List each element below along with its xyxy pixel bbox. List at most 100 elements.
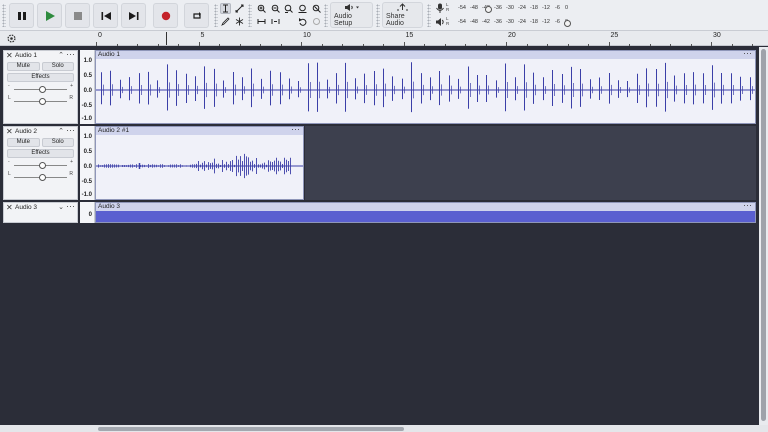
pan-slider-thumb[interactable] [39,98,46,105]
effects-button[interactable]: Effects [7,149,74,158]
track-control-panel[interactable]: ✕ Audio 3 ⌄ ··· [3,201,78,223]
multi-tool[interactable] [234,16,245,27]
amplitude-scale[interactable]: 1.0 0.5 0.0 -0.5 -1.0 [80,50,95,124]
waveform[interactable] [96,211,755,222]
audio-setup-button[interactable]: Audio Setup [330,2,373,28]
toolbar-grip[interactable] [248,4,252,27]
zoom-out-button[interactable] [270,3,281,14]
skip-to-start-icon [101,11,111,20]
amplitude-scale[interactable]: 1.0 0.5 0.0 -0.5 -1.0 [80,126,95,200]
close-icon[interactable]: ✕ [6,51,13,61]
track-name[interactable]: Audio 2 [15,128,37,135]
pan-slider[interactable]: LR [8,170,73,182]
empty-track-region[interactable] [305,126,756,200]
gain-slider[interactable]: - + [8,82,73,94]
effects-button[interactable]: Effects [7,73,74,82]
gain-slider-thumb[interactable] [39,86,46,93]
clip-menu-icon[interactable]: ··· [291,124,300,134]
i-beam-icon [223,4,228,13]
mute-button[interactable]: Mute [7,62,40,71]
play-button[interactable] [37,3,62,28]
vertical-scrollbar-thumb[interactable] [761,49,766,421]
loop-button[interactable] [184,3,209,28]
ruler-major-tick: 25 [608,31,618,46]
draw-tool[interactable] [220,16,231,27]
undo-button[interactable] [297,16,308,27]
solo-button[interactable]: Solo [41,62,74,71]
clip-header[interactable]: Audio 3 ··· [96,200,755,211]
zoom-toggle-button[interactable] [311,3,322,14]
toolbar-grip[interactable] [214,4,218,27]
fit-project-button[interactable] [297,3,308,14]
record-button[interactable] [153,3,178,28]
waveform[interactable] [96,59,755,123]
ruler-label: 15 [405,32,414,39]
asterisk-icon [235,17,244,26]
track-control-panel[interactable]: ✕ Audio 2 ⌃ ··· Mute Solo Effects - + LR [3,125,78,200]
clip-header[interactable]: Audio 1 ··· [96,48,755,59]
zoom-in-button[interactable] [256,3,267,14]
speaker-icon [436,18,444,26]
horizontal-scrollbar-thumb[interactable] [98,427,404,431]
mute-button[interactable]: Mute [7,138,40,147]
pan-slider[interactable]: LR [8,94,73,106]
waveform[interactable] [96,135,303,199]
recording-meter[interactable]: LR -54 -48 -42 -36 -30 -24 -18 -12 -6 0 [433,2,593,15]
vertical-scrollbar[interactable] [759,47,768,425]
more-options-icon[interactable]: ··· [66,49,75,59]
playhead[interactable] [166,32,167,45]
gear-icon[interactable] [6,33,17,44]
playback-meter[interactable]: LR -54 -48 -42 -36 -30 -24 -18 -12 -6 0 [433,16,593,29]
audio-clip[interactable]: Audio 3 ··· [95,200,756,223]
skip-to-end-button[interactable] [121,3,146,28]
pause-button[interactable] [9,3,34,28]
timeline-ruler[interactable]: 0 5 10 15 20 25 30 [0,31,768,46]
clip-header[interactable]: Audio 2 #1 ··· [96,124,303,135]
silence-audio-button[interactable] [270,16,281,27]
collapse-icon[interactable]: ⌃ [58,127,64,137]
amplitude-scale[interactable]: 0 [80,202,95,223]
track-name[interactable]: Audio 1 [15,52,37,59]
recording-level-knob[interactable] [485,6,492,13]
more-options-icon[interactable]: ··· [66,201,75,211]
gain-slider[interactable]: - + [8,158,73,170]
track-control-panel[interactable]: ✕ Audio 1 ⌃ ··· Mute Solo Effects - + LR [3,49,78,124]
ruler-major-tick: 5 [198,31,204,46]
toolbar-grip[interactable] [376,4,380,27]
trim-audio-button[interactable] [256,16,267,27]
toolbar-grip[interactable] [324,4,328,27]
redo-button[interactable] [311,16,322,27]
solo-button[interactable]: Solo [41,138,74,147]
envelope-tool[interactable] [234,3,245,14]
audio-clip[interactable]: Audio 1 ··· [95,48,756,124]
zoom-toggle-icon [312,4,321,13]
playback-level-knob[interactable] [564,20,571,27]
expand-icon[interactable]: ⌄ [58,203,64,213]
horizontal-scrollbar[interactable] [0,425,768,432]
fit-selection-button[interactable] [283,3,294,14]
close-icon[interactable]: ✕ [6,203,13,213]
audio-clip[interactable]: Audio 2 #1 ··· [95,124,304,200]
share-audio-button[interactable]: Share Audio [382,2,423,28]
gain-slider-thumb[interactable] [39,162,46,169]
ruler-minor-tick [157,31,159,46]
clip-menu-icon[interactable]: ··· [743,200,752,210]
pan-slider-thumb[interactable] [39,174,46,181]
ruler-minor-tick [137,31,138,46]
pencil-icon [221,17,230,26]
more-options-icon[interactable]: ··· [66,125,75,135]
skip-to-start-button[interactable] [93,3,118,28]
stop-button[interactable] [65,3,90,28]
ruler-minor-tick [362,31,364,46]
ruler-label: 25 [610,32,619,39]
silence-icon [271,19,280,24]
toolbar-grip[interactable] [427,4,431,27]
collapse-icon[interactable]: ⌃ [58,51,64,61]
track-name[interactable]: Audio 3 [15,204,37,211]
skip-to-end-icon [128,11,138,20]
clip-menu-icon[interactable]: ··· [743,48,752,58]
close-icon[interactable]: ✕ [6,127,13,137]
pause-icon [17,11,26,20]
selection-tool[interactable] [220,3,231,14]
toolbar-grip[interactable] [2,4,6,27]
